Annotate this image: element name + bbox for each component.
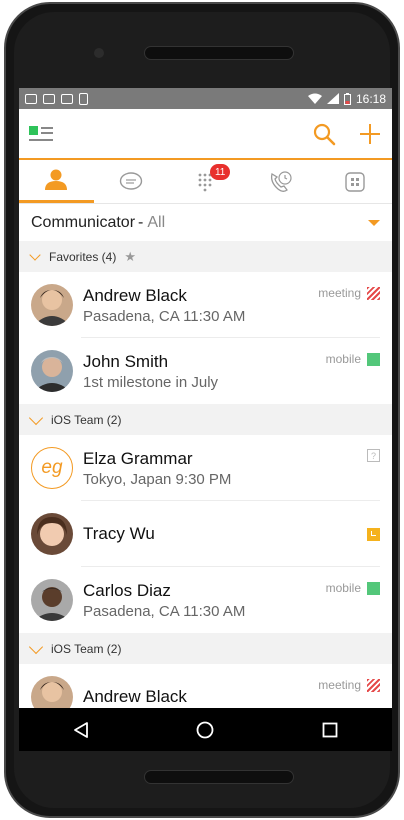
unread-badge: 11: [210, 164, 231, 180]
group-header-favorites[interactable]: Favorites (4) ★: [19, 241, 392, 272]
battery-icon: [343, 92, 351, 105]
initials-avatar: eg: [31, 447, 73, 489]
tab-contacts[interactable]: [19, 160, 94, 203]
away-status-icon: [367, 527, 380, 541]
avatar: [31, 284, 73, 326]
add-icon[interactable]: [358, 122, 382, 146]
tab-apps[interactable]: [317, 160, 392, 203]
group-header-ios-team[interactable]: iOS Team (2): [19, 404, 392, 435]
group-label: iOS Team (2): [51, 641, 122, 656]
earpiece-speaker: [144, 46, 294, 60]
filter-title: Communicator: [31, 213, 136, 231]
voicemail-icon: [25, 93, 37, 104]
person-icon: [45, 169, 68, 190]
bottom-speaker: [144, 770, 294, 784]
app-header: [19, 109, 392, 160]
home-icon[interactable]: [193, 718, 217, 742]
clock: 16:18: [355, 91, 386, 106]
meeting-status-icon: [367, 286, 380, 300]
tab-chat[interactable]: [94, 160, 169, 203]
contact-name: John Smith: [83, 351, 169, 371]
contact-name: Carlos Diaz: [83, 580, 171, 600]
contact-row[interactable]: Tracy Wu: [19, 501, 392, 567]
tablet-icon: [79, 92, 88, 105]
presence-label: meeting: [318, 286, 361, 300]
signal-icon: [326, 93, 339, 104]
contact-name: Andrew Black: [83, 285, 187, 305]
chevron-down-icon: [29, 248, 41, 261]
presence-label: meeting: [318, 678, 361, 692]
front-camera: [94, 48, 104, 58]
group-label: iOS Team (2): [51, 412, 122, 427]
tab-bar: 11: [19, 160, 392, 204]
contact-row[interactable]: Carlos Diaz Pasadena, CA 11:30 AM mobile: [19, 567, 392, 633]
mobile-status-icon: [367, 581, 380, 595]
tab-dialpad[interactable]: 11: [168, 160, 243, 203]
contact-row[interactable]: John Smith 1st milestone in July mobile: [19, 338, 392, 404]
contact-subtitle: Pasadena, CA 11:30 AM: [83, 307, 246, 325]
filter-value: All: [147, 213, 166, 231]
caret-down-icon: [368, 219, 380, 226]
phone-history-icon: [271, 170, 292, 192]
unknown-status-icon: ?: [367, 449, 380, 462]
meeting-status-icon: [367, 678, 380, 692]
contact-subtitle: Pasadena, CA 11:30 AM: [83, 602, 246, 620]
avatar: [31, 579, 73, 621]
screen: 16:18 11 Communicator - All Favorites (4…: [19, 88, 392, 751]
group-label: Favorites (4): [49, 249, 117, 264]
wifi-icon: [307, 93, 322, 104]
chevron-down-icon: [28, 410, 44, 425]
message-icon: [61, 93, 73, 104]
contact-name: Tracy Wu: [83, 524, 155, 543]
group-header-ios-team-2[interactable]: iOS Team (2): [19, 633, 392, 664]
contact-name: Elza Grammar: [83, 448, 193, 468]
avatar: [31, 350, 73, 392]
search-icon[interactable]: [312, 122, 336, 146]
presence-label: mobile: [325, 581, 361, 595]
contact-name: Andrew Black: [83, 687, 187, 706]
back-icon[interactable]: [69, 718, 93, 742]
contact-row[interactable]: Andrew Black Pasadena, CA 11:30 AM meeti…: [19, 272, 392, 338]
apps-icon: [344, 171, 365, 192]
filter-separator: -: [138, 213, 144, 231]
star-icon: ★: [124, 248, 137, 264]
mobile-status-icon: [367, 352, 380, 366]
contact-subtitle: Tokyo, Japan 9:30 PM: [83, 470, 232, 488]
chevron-down-icon: [28, 639, 44, 654]
image-icon: [43, 93, 55, 104]
filter-dropdown[interactable]: Communicator - All: [19, 204, 392, 241]
contact-row[interactable]: eg Elza Grammar Tokyo, Japan 9:30 PM ?: [19, 435, 392, 501]
app-logo-icon[interactable]: [29, 124, 55, 144]
system-nav-bar: [19, 708, 392, 751]
status-bar: 16:18: [19, 88, 392, 109]
tab-call-history[interactable]: [243, 160, 318, 203]
recents-icon[interactable]: [318, 718, 342, 742]
chat-bubble-icon: [119, 171, 143, 190]
contact-subtitle: 1st milestone in July: [83, 373, 219, 391]
presence-label: mobile: [325, 352, 361, 366]
avatar: [31, 513, 73, 555]
